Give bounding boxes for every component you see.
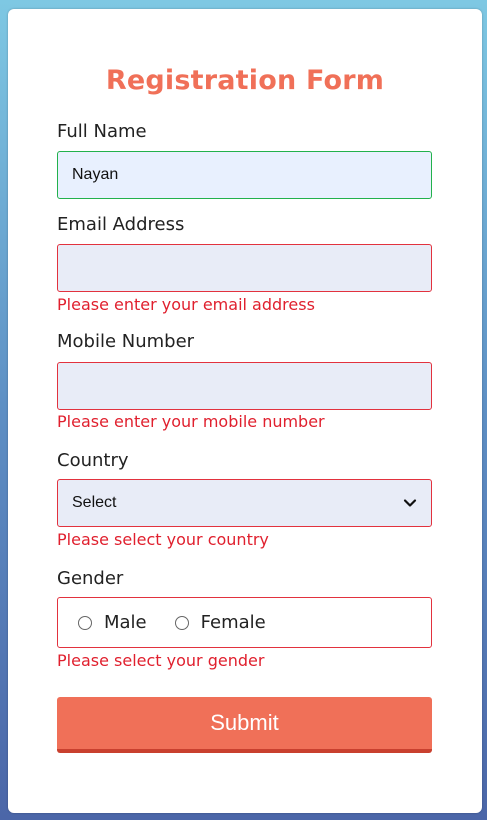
submit-button[interactable]: Submit	[57, 697, 432, 753]
full-name-label: Full Name	[57, 121, 147, 142]
gender-option-male[interactable]: Male	[78, 612, 147, 633]
country-error: Please select your country	[57, 530, 269, 549]
email-label: Email Address	[57, 214, 185, 235]
form-title: Registration Form	[105, 65, 385, 96]
full-name-input[interactable]: Nayan	[57, 151, 432, 199]
gender-radio-group: Male Female	[57, 597, 432, 648]
email-input[interactable]	[57, 244, 432, 292]
mobile-error: Please enter your mobile number	[57, 412, 325, 431]
country-select[interactable]: Select	[57, 479, 432, 527]
country-selected-value: Select	[72, 494, 117, 511]
gender-option-female[interactable]: Female	[174, 612, 266, 633]
chevron-down-icon	[403, 499, 417, 507]
gender-male-label: Male	[104, 612, 147, 633]
mobile-label: Mobile Number	[57, 331, 195, 352]
gender-female-label: Female	[200, 612, 266, 633]
registration-card: Registration Form Full Name Nayan Email …	[8, 9, 482, 813]
gender-error: Please select your gender	[57, 651, 265, 670]
email-error: Please enter your email address	[57, 295, 315, 314]
country-label: Country	[57, 450, 129, 471]
full-name-value: Nayan	[72, 166, 119, 183]
mobile-input[interactable]	[57, 362, 432, 410]
radio-male[interactable]	[78, 615, 92, 630]
radio-female[interactable]	[174, 615, 189, 630]
gender-label: Gender	[57, 568, 124, 589]
